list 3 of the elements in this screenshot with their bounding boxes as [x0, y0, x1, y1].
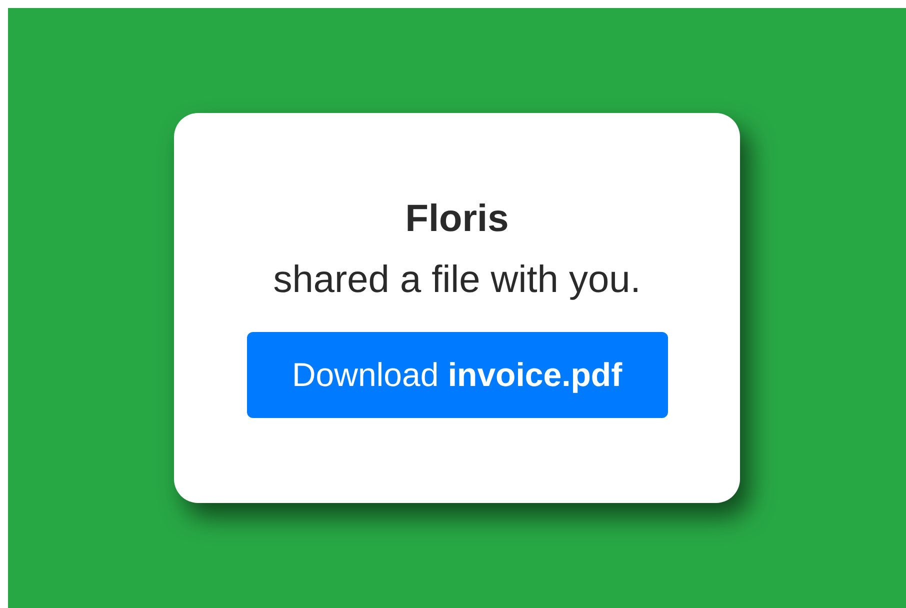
sender-name: Floris [405, 198, 509, 241]
download-button[interactable]: Download invoice.pdf [246, 332, 668, 418]
share-message: shared a file with you. [273, 259, 641, 302]
